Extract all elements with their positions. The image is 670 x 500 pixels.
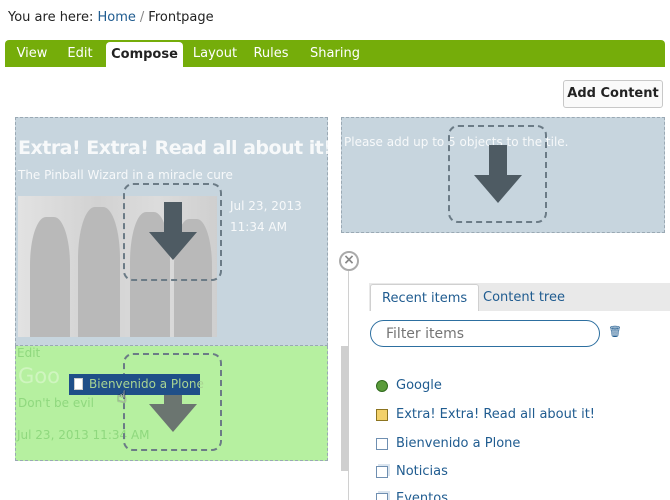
- news-tile-description: The Pinball Wizard in a miracle cure: [18, 168, 233, 182]
- link-globe-icon: [376, 380, 388, 392]
- tab-edit[interactable]: Edit: [61, 40, 99, 67]
- google-tile-title: Goo: [18, 364, 60, 388]
- breadcrumb-prefix: You are here:: [8, 10, 94, 25]
- document-icon: [74, 378, 83, 390]
- dragged-item[interactable]: Bienvenido a Plone: [69, 374, 204, 395]
- collection-icon: [376, 466, 388, 478]
- news-tile-title: Extra! Extra! Read all about it!: [18, 137, 332, 159]
- tab-compose[interactable]: Compose: [106, 42, 183, 67]
- dragged-item-label: Bienvenido a Plone: [89, 377, 204, 391]
- collection-icon: [376, 493, 388, 500]
- drop-target-news[interactable]: [123, 183, 222, 281]
- drop-target-empty-tile[interactable]: [448, 125, 547, 223]
- filter-items-input[interactable]: [370, 320, 600, 347]
- drop-target-google[interactable]: [123, 353, 222, 451]
- breadcrumb-separator: /: [139, 10, 145, 25]
- tab-content-tree[interactable]: Content tree: [483, 284, 565, 311]
- trash-icon[interactable]: 🗑: [608, 325, 622, 338]
- drop-arrow-icon: [473, 145, 522, 203]
- edit-tab-bar: View Edit Compose Layout Rules Sharing: [5, 40, 665, 67]
- add-content-button[interactable]: Add Content: [563, 80, 663, 108]
- breadcrumb-home-link[interactable]: Home: [98, 10, 136, 25]
- tab-layout[interactable]: Layout: [189, 40, 241, 67]
- tab-rules[interactable]: Rules: [250, 40, 292, 67]
- close-icon[interactable]: ×: [339, 251, 359, 271]
- tab-recent-items[interactable]: Recent items: [370, 284, 480, 311]
- google-tile-edit-link[interactable]: Edit: [17, 346, 40, 360]
- news-tile-time: 11:34 AM: [230, 220, 287, 234]
- breadcrumb-current: Frontpage: [148, 10, 214, 25]
- tab-view[interactable]: View: [11, 40, 53, 67]
- news-tile-date: Jul 23, 2013: [230, 199, 302, 213]
- hand-cursor-icon: ☝: [117, 387, 127, 406]
- news-item-icon: [376, 409, 388, 421]
- panel-scrollbar[interactable]: [341, 346, 349, 471]
- drop-arrow-icon: [148, 202, 197, 260]
- document-icon: [376, 438, 388, 450]
- tab-sharing[interactable]: Sharing: [305, 40, 365, 67]
- google-tile-description: Don't be evil: [18, 396, 94, 410]
- breadcrumb: You are here: Home / Frontpage: [8, 10, 214, 25]
